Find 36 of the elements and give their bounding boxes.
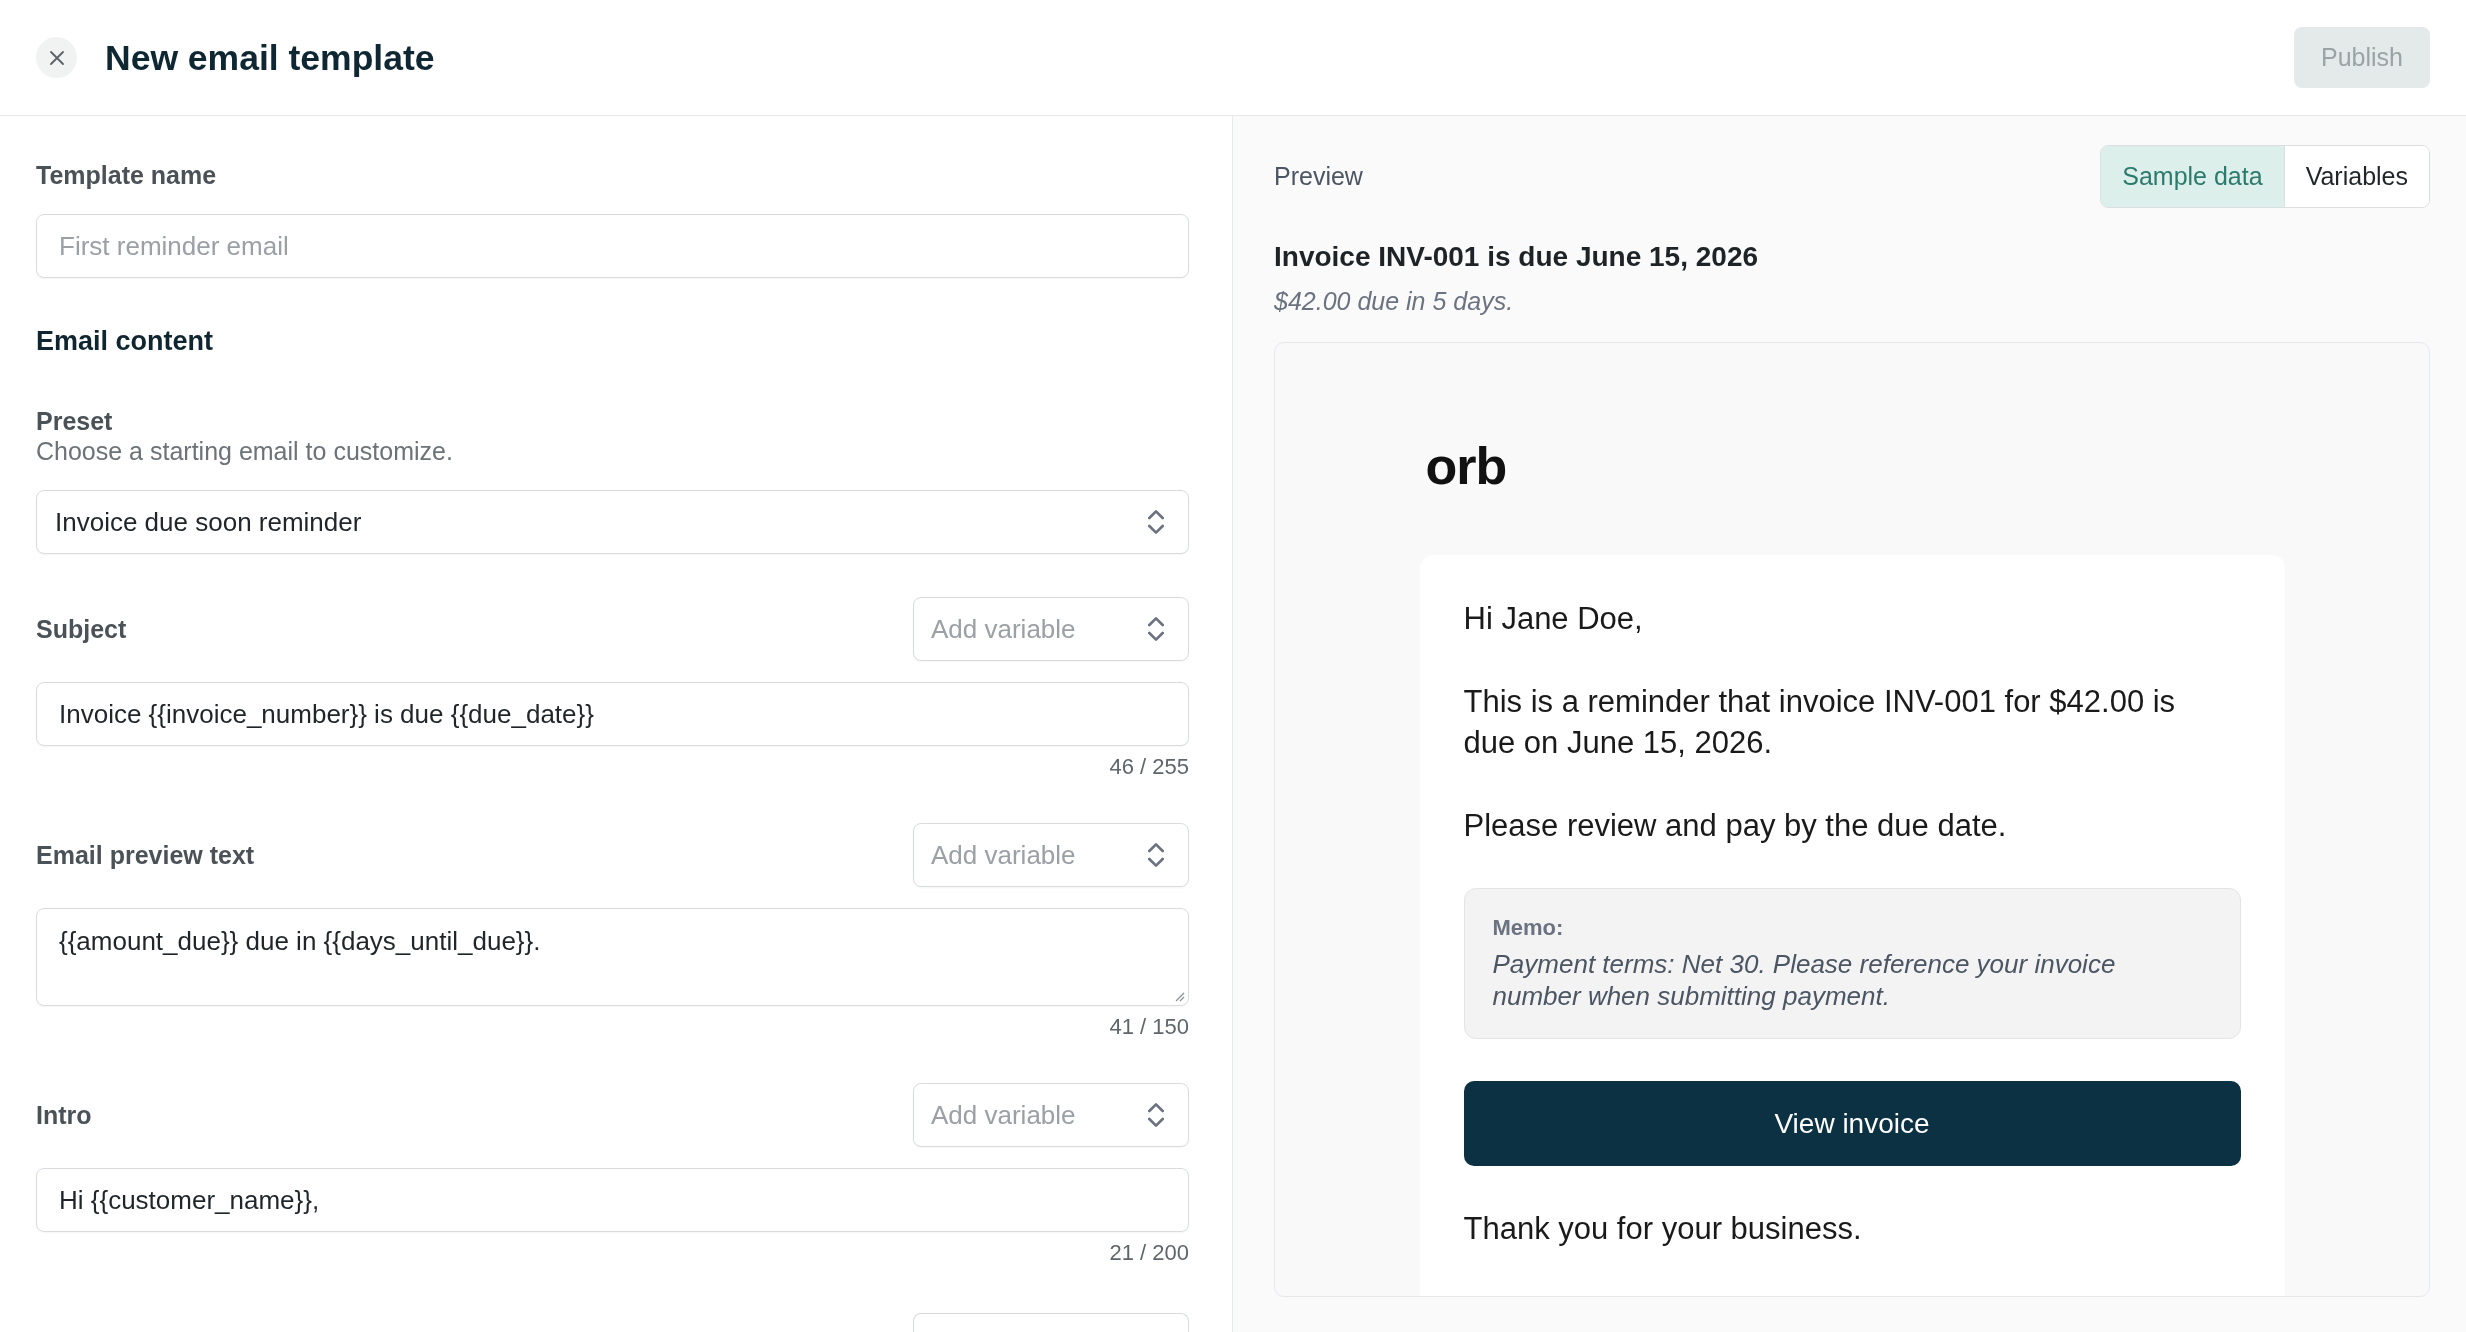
resize-grip-icon[interactable]: [1174, 991, 1185, 1002]
chevron-up-down-icon: [1148, 509, 1164, 535]
character-count: 46 / 255: [1109, 754, 1189, 780]
page-title: New email template: [105, 36, 435, 79]
close-button[interactable]: [36, 37, 77, 78]
character-count: 21 / 200: [1109, 1240, 1189, 1266]
textarea-field[interactable]: {{amount_due}} due in {{days_until_due}}.: [36, 908, 1189, 1006]
chevron-up-down-icon: [1148, 842, 1164, 868]
email-closing: Thank you for your business.: [1463, 1210, 1862, 1248]
field-label: Template name: [36, 160, 217, 190]
chevron-up-down-icon: [1148, 1102, 1164, 1128]
email-preview-text: $42.00 due in 5 days.: [1274, 286, 1514, 316]
field-label: Subject: [36, 614, 127, 644]
character-count: 41 / 150: [1109, 1014, 1189, 1040]
select-field[interactable]: Invoice due soon reminder: [36, 490, 1189, 554]
text-field[interactable]: Hi {{customer_name}},: [36, 1168, 1189, 1232]
field-label: Preset: [36, 406, 113, 436]
section-heading: Email content: [36, 325, 214, 358]
close-icon: [48, 49, 65, 66]
email-paragraph: This is a reminder that invoice INV-001 for $42.00 is due on June 15, 2026.: [1463, 683, 2177, 762]
chevron-up-down-icon: [1148, 616, 1164, 642]
view-invoice-button[interactable]: View invoice: [1463, 1081, 2241, 1166]
email-paragraph: Please review and pay by the due date.: [1463, 807, 2007, 845]
toggle-tab[interactable]: Variables: [2283, 146, 2429, 207]
email-subject: Invoice INV-001 is due June 15, 2026: [1274, 240, 1759, 274]
memo-text: Payment terms: Net 30. Please reference your invoice number when submitting payment.: [1492, 948, 2117, 1012]
toggle-tab[interactable]: Sample data: [2101, 146, 2284, 207]
help-text: Choose a starting email to customize.: [36, 436, 453, 466]
text-field[interactable]: Invoice {{invoice_number}} is due {{due_date}}: [36, 682, 1189, 746]
select-field[interactable]: [913, 1313, 1189, 1332]
brand-logo: orb: [1425, 440, 1507, 492]
memo-label: Memo:: [1492, 914, 1565, 942]
field-label: Intro: [36, 1100, 92, 1130]
email-greeting: Hi Jane Doe,: [1463, 600, 1643, 638]
preview-label: Preview: [1274, 162, 1363, 191]
field-label: Email preview text: [36, 840, 255, 870]
